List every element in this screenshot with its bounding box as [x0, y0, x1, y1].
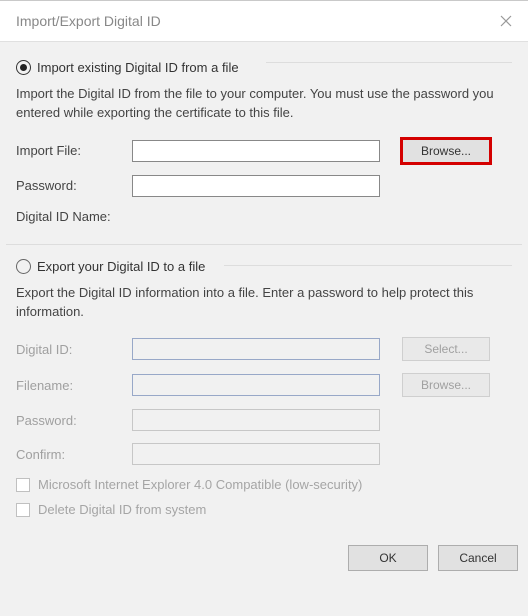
- import-password-row: Password:: [16, 175, 512, 197]
- filename-input: [132, 374, 380, 396]
- dialog-title: Import/Export Digital ID: [16, 13, 161, 29]
- export-group: Export your Digital ID to a file Export …: [6, 244, 522, 532]
- filename-row: Filename: Browse...: [16, 373, 512, 397]
- export-description: Export the Digital ID information into a…: [16, 284, 512, 322]
- import-description: Import the Digital ID from the file to y…: [16, 85, 512, 123]
- delete-checkbox-label: Delete Digital ID from system: [38, 502, 206, 517]
- ie4-checkbox: [16, 478, 30, 492]
- import-file-row: Import File: Browse...: [16, 139, 512, 163]
- radio-icon: [16, 259, 31, 274]
- group-divider: [266, 62, 512, 63]
- ie4-checkbox-row: Microsoft Internet Explorer 4.0 Compatib…: [16, 477, 512, 492]
- digital-id-row: Digital ID: Select...: [16, 337, 512, 361]
- ok-button[interactable]: OK: [348, 545, 428, 571]
- filename-label: Filename:: [16, 378, 124, 393]
- digital-id-input: [132, 338, 380, 360]
- import-password-input[interactable]: [132, 175, 380, 197]
- digital-id-name-label: Digital ID Name:: [16, 209, 156, 224]
- ie4-checkbox-label: Microsoft Internet Explorer 4.0 Compatib…: [38, 477, 362, 492]
- import-file-label: Import File:: [16, 143, 124, 158]
- radio-icon: [16, 60, 31, 75]
- export-password-input: [132, 409, 380, 431]
- import-file-input[interactable]: [132, 140, 380, 162]
- browse-button[interactable]: Browse...: [402, 139, 490, 163]
- import-radio-label: Import existing Digital ID from a file: [37, 60, 239, 75]
- confirm-row: Confirm:: [16, 443, 512, 465]
- dialog-footer: OK Cancel: [0, 537, 528, 581]
- import-group: Import existing Digital ID from a file I…: [6, 42, 522, 238]
- dialog-body: Import existing Digital ID from a file I…: [0, 42, 528, 616]
- group-divider: [224, 265, 512, 266]
- export-browse-button: Browse...: [402, 373, 490, 397]
- title-bar: Import/Export Digital ID: [0, 0, 528, 42]
- delete-checkbox-row: Delete Digital ID from system: [16, 502, 512, 517]
- digital-id-label: Digital ID:: [16, 342, 124, 357]
- close-button[interactable]: [484, 0, 528, 42]
- export-radio-label: Export your Digital ID to a file: [37, 259, 205, 274]
- digital-id-name-row: Digital ID Name:: [16, 209, 512, 224]
- confirm-input: [132, 443, 380, 465]
- select-button: Select...: [402, 337, 490, 361]
- close-icon: [500, 15, 512, 27]
- cancel-button[interactable]: Cancel: [438, 545, 518, 571]
- import-password-label: Password:: [16, 178, 124, 193]
- export-password-row: Password:: [16, 409, 512, 431]
- export-password-label: Password:: [16, 413, 124, 428]
- export-radio[interactable]: Export your Digital ID to a file: [16, 259, 512, 274]
- delete-checkbox: [16, 503, 30, 517]
- confirm-label: Confirm:: [16, 447, 124, 462]
